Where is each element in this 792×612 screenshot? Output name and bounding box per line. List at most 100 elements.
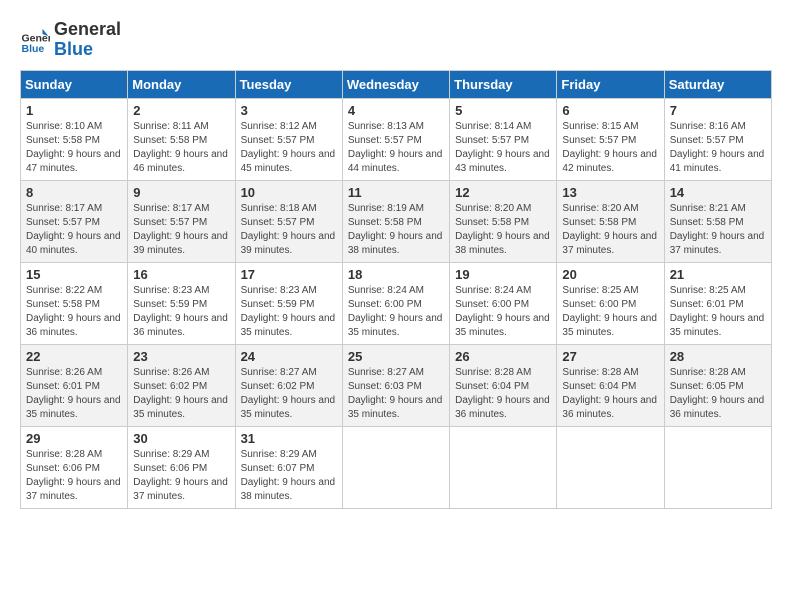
day-number: 9 xyxy=(133,185,229,200)
day-info: Sunrise: 8:28 AM Sunset: 6:04 PM Dayligh… xyxy=(562,366,658,422)
calendar-cell: 15 Sunrise: 8:22 AM Sunset: 5:58 PM Dayl… xyxy=(21,262,128,344)
day-info: Sunrise: 8:28 AM Sunset: 6:04 PM Dayligh… xyxy=(455,366,551,422)
day-number: 11 xyxy=(348,185,444,200)
weekday-header: Monday xyxy=(128,70,235,98)
calendar-cell: 12 Sunrise: 8:20 AM Sunset: 5:58 PM Dayl… xyxy=(450,180,557,262)
day-number: 20 xyxy=(562,267,658,282)
logo-icon: General Blue xyxy=(20,25,50,55)
day-number: 16 xyxy=(133,267,229,282)
calendar-cell: 27 Sunrise: 8:28 AM Sunset: 6:04 PM Dayl… xyxy=(557,344,664,426)
calendar-cell xyxy=(450,426,557,508)
calendar-cell: 4 Sunrise: 8:13 AM Sunset: 5:57 PM Dayli… xyxy=(342,98,449,180)
day-number: 31 xyxy=(241,431,337,446)
day-info: Sunrise: 8:26 AM Sunset: 6:01 PM Dayligh… xyxy=(26,366,122,422)
day-info: Sunrise: 8:24 AM Sunset: 6:00 PM Dayligh… xyxy=(348,284,444,340)
calendar-cell: 16 Sunrise: 8:23 AM Sunset: 5:59 PM Dayl… xyxy=(128,262,235,344)
day-info: Sunrise: 8:26 AM Sunset: 6:02 PM Dayligh… xyxy=(133,366,229,422)
calendar-cell: 10 Sunrise: 8:18 AM Sunset: 5:57 PM Dayl… xyxy=(235,180,342,262)
calendar-cell: 14 Sunrise: 8:21 AM Sunset: 5:58 PM Dayl… xyxy=(664,180,771,262)
day-number: 24 xyxy=(241,349,337,364)
day-number: 8 xyxy=(26,185,122,200)
calendar-body: 1 Sunrise: 8:10 AM Sunset: 5:58 PM Dayli… xyxy=(21,98,772,508)
calendar-cell: 18 Sunrise: 8:24 AM Sunset: 6:00 PM Dayl… xyxy=(342,262,449,344)
calendar-week-row: 8 Sunrise: 8:17 AM Sunset: 5:57 PM Dayli… xyxy=(21,180,772,262)
day-number: 13 xyxy=(562,185,658,200)
calendar-cell: 13 Sunrise: 8:20 AM Sunset: 5:58 PM Dayl… xyxy=(557,180,664,262)
svg-text:Blue: Blue xyxy=(22,43,45,55)
day-info: Sunrise: 8:24 AM Sunset: 6:00 PM Dayligh… xyxy=(455,284,551,340)
calendar-table: SundayMondayTuesdayWednesdayThursdayFrid… xyxy=(20,70,772,509)
day-info: Sunrise: 8:25 AM Sunset: 6:00 PM Dayligh… xyxy=(562,284,658,340)
calendar-cell: 20 Sunrise: 8:25 AM Sunset: 6:00 PM Dayl… xyxy=(557,262,664,344)
day-number: 23 xyxy=(133,349,229,364)
day-number: 1 xyxy=(26,103,122,118)
day-number: 30 xyxy=(133,431,229,446)
day-info: Sunrise: 8:27 AM Sunset: 6:02 PM Dayligh… xyxy=(241,366,337,422)
calendar-cell xyxy=(664,426,771,508)
page-header: General Blue GeneralBlue xyxy=(20,20,772,60)
day-number: 21 xyxy=(670,267,766,282)
day-info: Sunrise: 8:18 AM Sunset: 5:57 PM Dayligh… xyxy=(241,202,337,258)
day-number: 7 xyxy=(670,103,766,118)
day-info: Sunrise: 8:25 AM Sunset: 6:01 PM Dayligh… xyxy=(670,284,766,340)
day-number: 3 xyxy=(241,103,337,118)
day-info: Sunrise: 8:17 AM Sunset: 5:57 PM Dayligh… xyxy=(26,202,122,258)
logo-text: GeneralBlue xyxy=(54,20,121,60)
calendar-cell: 21 Sunrise: 8:25 AM Sunset: 6:01 PM Dayl… xyxy=(664,262,771,344)
day-number: 17 xyxy=(241,267,337,282)
calendar-cell: 6 Sunrise: 8:15 AM Sunset: 5:57 PM Dayli… xyxy=(557,98,664,180)
day-number: 26 xyxy=(455,349,551,364)
day-info: Sunrise: 8:29 AM Sunset: 6:07 PM Dayligh… xyxy=(241,448,337,504)
day-info: Sunrise: 8:10 AM Sunset: 5:58 PM Dayligh… xyxy=(26,120,122,176)
calendar-cell: 28 Sunrise: 8:28 AM Sunset: 6:05 PM Dayl… xyxy=(664,344,771,426)
day-info: Sunrise: 8:17 AM Sunset: 5:57 PM Dayligh… xyxy=(133,202,229,258)
calendar-cell: 17 Sunrise: 8:23 AM Sunset: 5:59 PM Dayl… xyxy=(235,262,342,344)
weekday-header: Saturday xyxy=(664,70,771,98)
day-info: Sunrise: 8:28 AM Sunset: 6:06 PM Dayligh… xyxy=(26,448,122,504)
day-info: Sunrise: 8:11 AM Sunset: 5:58 PM Dayligh… xyxy=(133,120,229,176)
calendar-cell xyxy=(342,426,449,508)
calendar-cell: 29 Sunrise: 8:28 AM Sunset: 6:06 PM Dayl… xyxy=(21,426,128,508)
day-info: Sunrise: 8:29 AM Sunset: 6:06 PM Dayligh… xyxy=(133,448,229,504)
day-number: 19 xyxy=(455,267,551,282)
weekday-header: Tuesday xyxy=(235,70,342,98)
logo: General Blue GeneralBlue xyxy=(20,20,121,60)
calendar-cell: 2 Sunrise: 8:11 AM Sunset: 5:58 PM Dayli… xyxy=(128,98,235,180)
day-number: 25 xyxy=(348,349,444,364)
day-info: Sunrise: 8:27 AM Sunset: 6:03 PM Dayligh… xyxy=(348,366,444,422)
day-number: 12 xyxy=(455,185,551,200)
calendar-cell: 8 Sunrise: 8:17 AM Sunset: 5:57 PM Dayli… xyxy=(21,180,128,262)
calendar-cell: 19 Sunrise: 8:24 AM Sunset: 6:00 PM Dayl… xyxy=(450,262,557,344)
calendar-week-row: 15 Sunrise: 8:22 AM Sunset: 5:58 PM Dayl… xyxy=(21,262,772,344)
day-info: Sunrise: 8:15 AM Sunset: 5:57 PM Dayligh… xyxy=(562,120,658,176)
calendar-week-row: 1 Sunrise: 8:10 AM Sunset: 5:58 PM Dayli… xyxy=(21,98,772,180)
calendar-cell: 25 Sunrise: 8:27 AM Sunset: 6:03 PM Dayl… xyxy=(342,344,449,426)
calendar-week-row: 29 Sunrise: 8:28 AM Sunset: 6:06 PM Dayl… xyxy=(21,426,772,508)
weekday-header: Thursday xyxy=(450,70,557,98)
day-number: 27 xyxy=(562,349,658,364)
day-number: 29 xyxy=(26,431,122,446)
calendar-cell: 5 Sunrise: 8:14 AM Sunset: 5:57 PM Dayli… xyxy=(450,98,557,180)
calendar-cell: 24 Sunrise: 8:27 AM Sunset: 6:02 PM Dayl… xyxy=(235,344,342,426)
calendar-cell: 26 Sunrise: 8:28 AM Sunset: 6:04 PM Dayl… xyxy=(450,344,557,426)
calendar-cell: 23 Sunrise: 8:26 AM Sunset: 6:02 PM Dayl… xyxy=(128,344,235,426)
calendar-cell: 9 Sunrise: 8:17 AM Sunset: 5:57 PM Dayli… xyxy=(128,180,235,262)
day-number: 4 xyxy=(348,103,444,118)
day-info: Sunrise: 8:20 AM Sunset: 5:58 PM Dayligh… xyxy=(455,202,551,258)
day-number: 6 xyxy=(562,103,658,118)
day-number: 2 xyxy=(133,103,229,118)
weekday-header: Wednesday xyxy=(342,70,449,98)
day-info: Sunrise: 8:12 AM Sunset: 5:57 PM Dayligh… xyxy=(241,120,337,176)
day-info: Sunrise: 8:20 AM Sunset: 5:58 PM Dayligh… xyxy=(562,202,658,258)
day-info: Sunrise: 8:23 AM Sunset: 5:59 PM Dayligh… xyxy=(133,284,229,340)
day-info: Sunrise: 8:21 AM Sunset: 5:58 PM Dayligh… xyxy=(670,202,766,258)
calendar-cell: 31 Sunrise: 8:29 AM Sunset: 6:07 PM Dayl… xyxy=(235,426,342,508)
day-info: Sunrise: 8:28 AM Sunset: 6:05 PM Dayligh… xyxy=(670,366,766,422)
calendar-cell: 1 Sunrise: 8:10 AM Sunset: 5:58 PM Dayli… xyxy=(21,98,128,180)
calendar-cell: 3 Sunrise: 8:12 AM Sunset: 5:57 PM Dayli… xyxy=(235,98,342,180)
day-number: 18 xyxy=(348,267,444,282)
day-info: Sunrise: 8:22 AM Sunset: 5:58 PM Dayligh… xyxy=(26,284,122,340)
day-number: 14 xyxy=(670,185,766,200)
calendar-cell: 30 Sunrise: 8:29 AM Sunset: 6:06 PM Dayl… xyxy=(128,426,235,508)
calendar-cell: 11 Sunrise: 8:19 AM Sunset: 5:58 PM Dayl… xyxy=(342,180,449,262)
